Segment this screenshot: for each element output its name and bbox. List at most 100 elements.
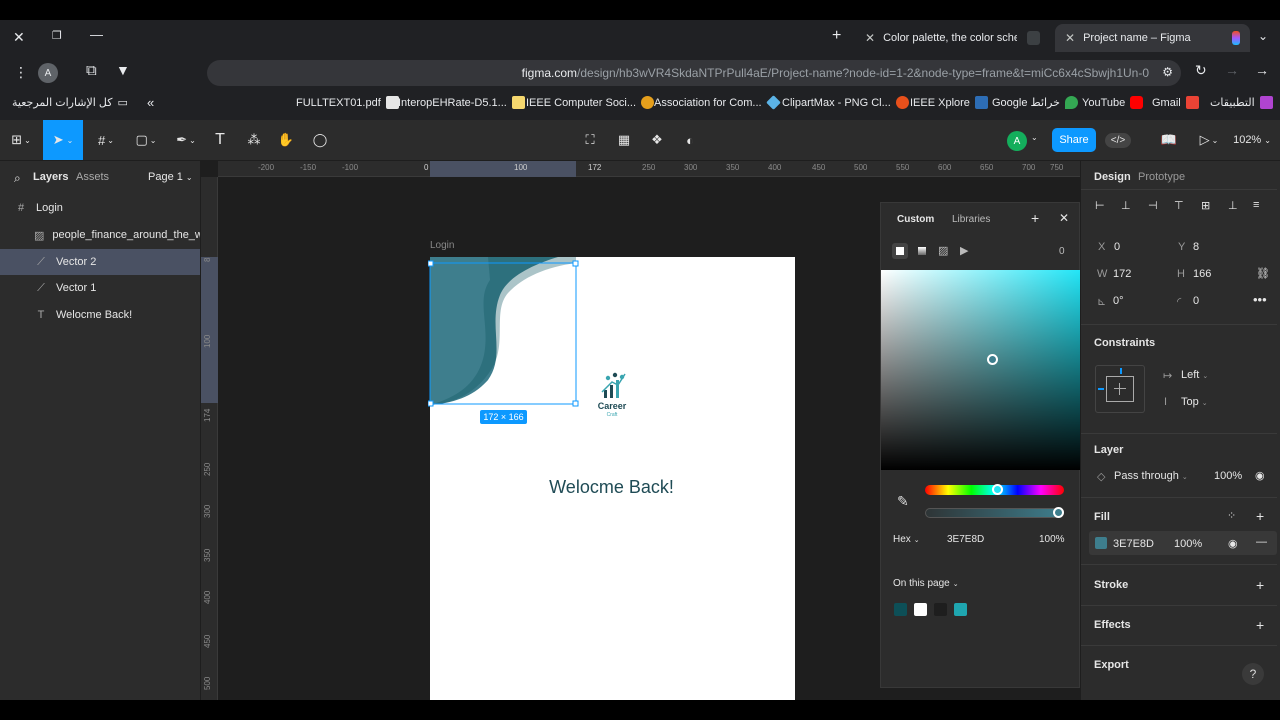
fill-styles-icon[interactable]: ⁘ [1227,509,1236,522]
tab-layers[interactable]: Layers [33,171,68,183]
page-color-swatch[interactable] [934,603,947,616]
align-left-icon[interactable]: ⊢ [1095,199,1105,212]
fill-opacity-input[interactable]: 100% [1174,538,1202,550]
opacity-knob[interactable] [1053,507,1064,518]
vpn-extension-icon[interactable]: ▼ [116,62,130,78]
library-button[interactable]: 📖 [1158,120,1180,160]
saturation-knob[interactable] [987,354,998,365]
add-stroke-icon[interactable]: + [1256,577,1264,593]
forward-icon[interactable]: → [1225,62,1239,78]
align-right-icon[interactable]: ⊣ [1148,199,1158,212]
align-top-icon[interactable]: ⊤ [1174,199,1184,212]
constraint-widget[interactable] [1095,365,1145,413]
saturation-field[interactable] [881,270,1080,470]
height-input[interactable]: 166 [1193,268,1211,280]
align-middle-icon[interactable]: ⊞ [1201,199,1210,212]
frame-selection-button[interactable]: ⛶ [580,120,600,160]
hex-input[interactable]: 3E7E8D [947,534,984,545]
share-button[interactable]: Share [1052,128,1096,152]
page-color-swatch[interactable] [894,603,907,616]
hand-tool-button[interactable]: ✋ [276,120,296,160]
tab-close-icon[interactable]: ✕ [865,31,875,45]
layer-row-vector-1[interactable]: ⟋ Vector 1 [0,275,200,301]
site-settings-icon[interactable]: ⚙ [1162,65,1173,79]
tab-design[interactable]: Design [1094,171,1131,183]
eye-icon[interactable]: ◉ [1255,469,1265,482]
page-color-swatch[interactable] [914,603,927,616]
pen-tool-button[interactable]: ✒ ⌄ [170,120,202,160]
bookmark-gmail[interactable]: Gmail [1152,96,1199,109]
radius-input[interactable]: 0 [1193,295,1199,307]
layer-row-login[interactable]: # Login [0,195,200,221]
page-selector[interactable]: Page 1 ⌄ [148,171,193,183]
y-input[interactable]: 8 [1193,241,1199,253]
hue-knob[interactable] [992,484,1003,495]
bookmark-google-maps[interactable]: Google خرائط [992,96,1078,109]
shape-tool-button[interactable]: ▢ ⌄ [130,120,162,160]
tab-prototype[interactable]: Prototype [1138,171,1185,183]
vector-shapes[interactable] [428,255,580,410]
bookmark-ieee-computer[interactable]: IEEE Computer Soci... [526,96,655,109]
profile-avatar[interactable]: A [38,63,58,83]
restore-window-icon[interactable]: ❐ [52,29,62,42]
on-this-page-toggle[interactable]: On this page ⌄ [893,578,959,589]
tab-close-icon[interactable]: ✕ [1065,31,1075,45]
reload-icon[interactable]: ↻ [1195,62,1207,79]
mask-button[interactable]: ◐ [680,120,700,160]
color-mode-select[interactable]: Hex ⌄ [893,534,920,545]
layer-row-text[interactable]: T Welocme Back! [0,302,200,328]
blend-mode-select[interactable]: Pass through ⌄ [1114,470,1188,482]
dev-mode-button[interactable]: </> [1104,120,1132,160]
constrain-proportions-icon[interactable]: ⛓ [1256,267,1270,280]
layer-row-vector-2[interactable]: ⟋ Vector 2 [0,249,200,275]
add-style-icon[interactable]: + [1031,210,1039,226]
image-fill-icon[interactable]: ▨ [938,244,948,257]
frame-label[interactable]: Login [430,240,454,251]
more-options-icon[interactable]: ••• [1253,292,1267,307]
close-icon[interactable]: ✕ [1059,211,1069,225]
width-input[interactable]: 172 [1113,268,1131,280]
layer-row-image[interactable]: ▨ people_finance_around_the_w... [0,222,200,248]
rotation-input[interactable]: 0° [1113,295,1124,307]
opacity-slider[interactable] [925,507,1064,518]
tab-color-palette[interactable]: ✕ Color palette, the color scheme [855,24,1050,52]
bookmark-fulltext[interactable]: FULLTEXT01.pdf [296,96,399,109]
comment-tool-button[interactable]: ◯ [310,120,330,160]
eyedropper-icon[interactable]: ✎ [897,493,909,510]
present-button[interactable]: ▷ ⌄ [1196,120,1222,160]
career-craft-logo-icon[interactable] [598,370,628,402]
bookmark-all[interactable]: كل الإشارات المرجعية ▭ [12,96,128,109]
bookmark-interopehrate[interactable]: InteropEHRate-D5.1... [398,96,525,109]
align-bottom-icon[interactable]: ⊥ [1228,199,1238,212]
resources-button[interactable]: ⁂ [244,120,264,160]
user-avatar[interactable]: A [1007,131,1027,151]
hue-slider[interactable] [925,484,1064,495]
close-window-icon[interactable]: ✕ [13,29,25,46]
fill-color-swatch[interactable] [1095,537,1107,549]
layer-opacity-input[interactable]: 100% [1214,470,1242,482]
search-icon[interactable]: ⌕ [14,171,21,186]
zoom-menu[interactable]: 102% ⌄ [1232,120,1272,160]
fill-visibility-eye-icon[interactable]: ◉ [1228,537,1238,550]
tab-search-icon[interactable]: ⌄ [1258,29,1268,43]
url-bar[interactable]: figma.com/design/hb3wVR4SkdaNTPrPull4aE/… [207,60,1181,86]
vertical-constraint-select[interactable]: Top ⌄ [1181,396,1208,408]
tab-libraries[interactable]: Libraries [952,214,990,225]
add-effect-icon[interactable]: + [1256,617,1264,633]
tab-custom[interactable]: Custom [897,214,934,225]
avatar-chevron-icon[interactable]: ⌄ [1031,133,1038,142]
frame-tool-button[interactable]: # ⌄ [90,120,122,160]
bookmark-clipartmax[interactable]: ClipartMax - PNG Cl... [782,96,909,109]
gradient-icon[interactable] [918,247,926,255]
fill-hex-input[interactable]: 3E7E8D [1113,538,1154,550]
horizontal-constraint-select[interactable]: Left ⌄ [1181,369,1208,381]
bookmark-apps[interactable]: التطبيقات [1210,96,1273,109]
add-fill-icon[interactable]: + [1256,508,1264,524]
bookmark-ieee-xplore[interactable]: IEEE Xplore [910,96,988,109]
minimize-window-icon[interactable]: — [90,27,103,42]
video-fill-icon[interactable]: ▶ [960,244,968,257]
opacity-input[interactable]: 100% [1039,534,1065,545]
back-icon[interactable]: → [1255,62,1269,78]
move-tool-button[interactable]: ➤ ⌄ [43,120,83,160]
menu-kebab-icon[interactable]: ⋮ [14,64,28,81]
